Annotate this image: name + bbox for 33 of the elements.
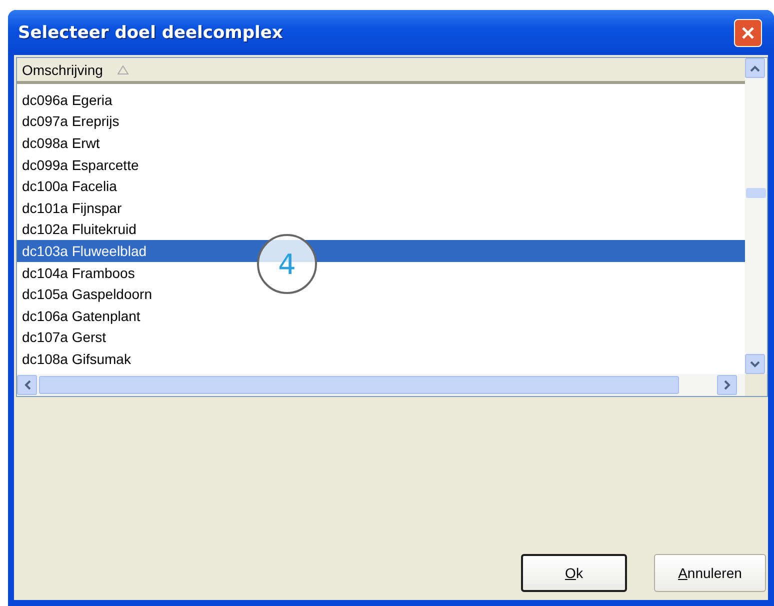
chevron-up-icon xyxy=(750,64,760,72)
list-row[interactable]: dc102a Fluitekruid xyxy=(22,220,136,238)
close-button[interactable] xyxy=(734,18,762,46)
scroll-down-button[interactable] xyxy=(745,354,765,374)
list-row[interactable]: dc104a Framboos xyxy=(22,264,135,282)
scroll-up-button[interactable] xyxy=(745,58,765,78)
chevron-down-icon xyxy=(750,360,760,368)
column-header[interactable]: Omschrijving xyxy=(17,58,745,84)
list-row[interactable]: dc100a Facelia xyxy=(22,177,117,196)
list-row[interactable]: dc099a Esparcette xyxy=(22,156,139,174)
list-row[interactable]: dc097a Ereprijs xyxy=(22,112,120,130)
list-row[interactable]: dc108a Gifsumak xyxy=(22,350,131,368)
close-icon xyxy=(740,24,756,40)
scroll-left-button[interactable] xyxy=(17,375,37,395)
chevron-right-icon xyxy=(724,380,730,390)
horizontal-scrollbar[interactable] xyxy=(17,374,745,396)
list-row[interactable]: dc096a Egeria xyxy=(22,90,112,109)
dialog-button[interactable]: Ok xyxy=(521,554,627,592)
scroll-thumb[interactable] xyxy=(39,376,679,394)
chevron-left-icon xyxy=(24,380,30,390)
list-row[interactable]: dc107a Gerst xyxy=(22,328,106,346)
list-row[interactable]: dc103a Fluweelblad xyxy=(22,242,147,260)
column-label: Omschrijving xyxy=(22,62,103,78)
list-row[interactable]: dc101a Fijnspar xyxy=(22,198,122,217)
step-callout: 4 xyxy=(257,234,317,294)
window-title: Selecteer doel deelcomplex xyxy=(18,22,283,42)
dialog-button[interactable]: Annuleren xyxy=(654,554,766,592)
list-row[interactable]: dc105a Gaspeldoorn xyxy=(22,285,152,304)
scroll-thumb[interactable] xyxy=(746,188,766,198)
list-row[interactable]: dc106a Gatenplant xyxy=(22,306,140,325)
list-row[interactable]: dc098a Erwt xyxy=(22,134,100,152)
vertical-scrollbar[interactable] xyxy=(745,58,767,374)
scroll-right-button[interactable] xyxy=(717,375,737,395)
